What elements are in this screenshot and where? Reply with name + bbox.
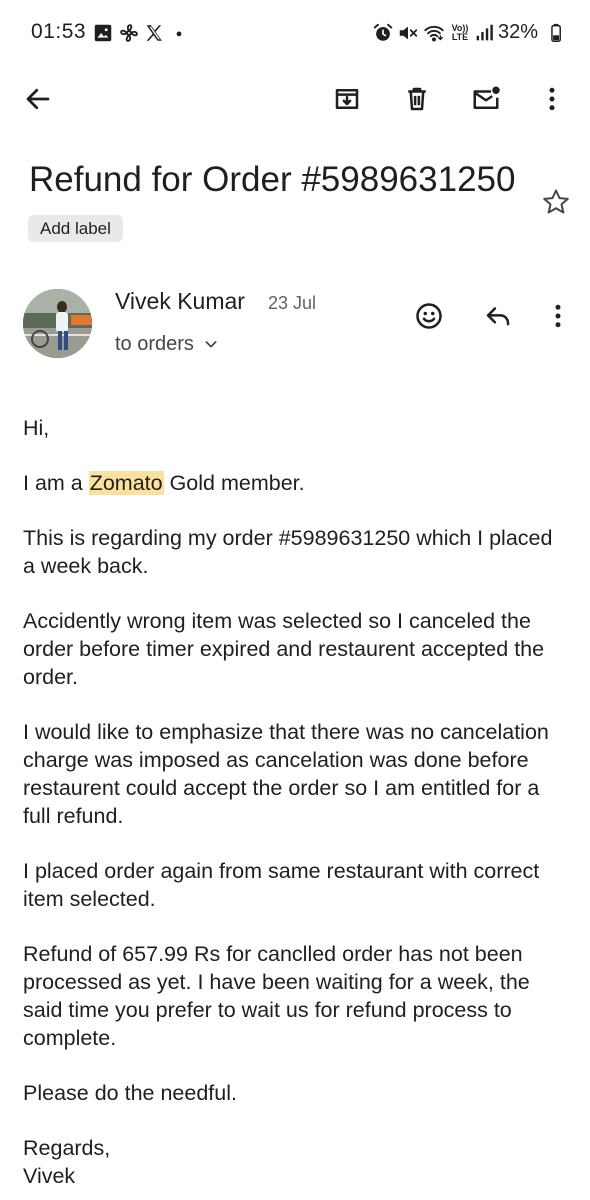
battery-icon (546, 22, 568, 44)
battery-percentage: 32% (498, 21, 539, 43)
mark-unread-icon (473, 86, 500, 109)
dot-icon (168, 22, 190, 44)
volte-icon: Vo)) LTE (449, 22, 471, 44)
add-reaction-button[interactable] (409, 296, 449, 336)
archive-button[interactable] (326, 78, 368, 120)
back-button[interactable] (17, 78, 59, 120)
body-paragraph-emphasis: I would like to emphasize that there was… (23, 720, 549, 828)
signal-icon (473, 22, 495, 44)
delete-icon (408, 87, 426, 111)
body-paragraph-refund: Refund of 657.99 Rs for canclled order h… (23, 942, 530, 1050)
more-vert-icon (555, 304, 561, 328)
email-subject: Refund for Order #5989631250 (29, 160, 516, 199)
body-closing: Regards, (23, 1136, 111, 1160)
body-paragraph-reorder: I placed order again from same restauran… (23, 859, 540, 911)
delete-button[interactable] (396, 78, 438, 120)
status-bar: 01:53 Vo)) LTE 32% (0, 0, 590, 66)
top-app-bar (0, 66, 590, 132)
highlighted-keyword: Zomato (88, 471, 164, 495)
body-paragraph-order: This is regarding my order #5989631250 w… (23, 526, 553, 578)
recipient-details-toggle[interactable]: to orders (115, 330, 219, 358)
message-more-options-button[interactable] (538, 296, 578, 336)
more-options-button[interactable] (531, 78, 573, 120)
sender-avatar[interactable] (23, 289, 92, 358)
recipient-text: to orders (115, 332, 194, 355)
volte-bottom-label: LTE (451, 32, 469, 42)
emoji-smile-icon (416, 303, 442, 329)
body-paragraph-cancellation: Accidently wrong item was selected so I … (23, 609, 545, 689)
body-greeting: Hi, (23, 416, 50, 440)
sender-name[interactable]: Vivek Kumar (115, 288, 245, 315)
body-signature: Vivek (23, 1164, 76, 1188)
chevron-down-icon (205, 341, 217, 348)
reply-icon (486, 307, 510, 326)
more-vert-icon (549, 87, 555, 111)
mute-icon (397, 22, 419, 44)
fan-icon (118, 22, 140, 44)
email-date: 23 Jul (268, 293, 317, 313)
x-logo-icon (143, 22, 165, 44)
email-body: Hi, I am a Zomato Gold member. This is r… (23, 414, 568, 1190)
add-label-button[interactable]: Add label (28, 215, 123, 242)
star-button[interactable] (538, 184, 574, 220)
body-paragraph-membership: I am a Zomato Gold member. (23, 469, 568, 497)
archive-icon (335, 89, 359, 109)
star-outline-icon (543, 189, 569, 214)
body-text: Gold member. (163, 471, 305, 495)
status-time: 01:53 (31, 20, 87, 43)
body-paragraph-request: Please do the needful. (23, 1081, 237, 1105)
image-icon (92, 22, 114, 44)
body-text: I am a (23, 471, 89, 495)
back-arrow-icon (26, 88, 50, 110)
reply-button[interactable] (478, 296, 518, 336)
wifi-icon (423, 22, 445, 44)
alarm-icon (372, 22, 394, 44)
mark-unread-button[interactable] (465, 78, 507, 120)
